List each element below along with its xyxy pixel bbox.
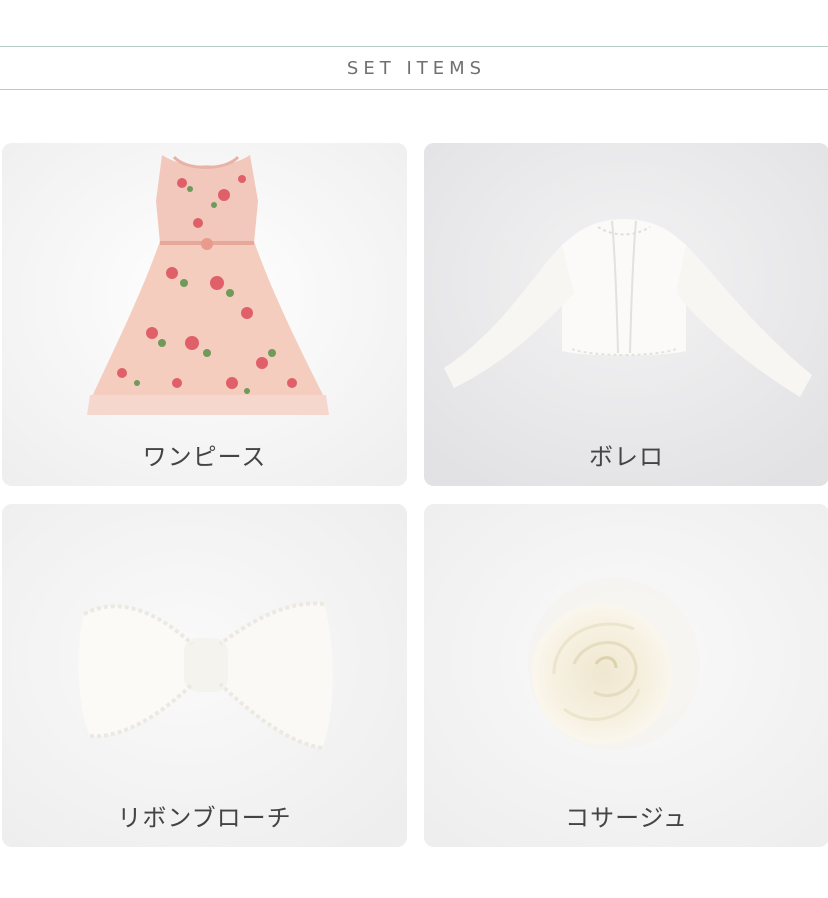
dress-image (2, 143, 407, 486)
item-label-dress: ワンピース (142, 443, 267, 471)
item-label-bolero: ボレロ (589, 443, 664, 471)
corsage-image (424, 504, 828, 847)
item-label-corsage: コサージュ (565, 804, 688, 832)
item-card-corsage[interactable]: コサージュ (424, 504, 828, 847)
item-card-dress[interactable]: ワンピース (2, 143, 407, 486)
item-card-bolero[interactable]: ボレロ (424, 143, 828, 486)
item-card-ribbon-brooch[interactable]: リボンブローチ (2, 504, 407, 847)
set-items-page: SET ITEMS ワンピース ボレロ リボンブローチ コサージュ (0, 0, 828, 898)
bolero-image (424, 143, 828, 486)
section-title: SET ITEMS (346, 57, 487, 79)
section-header: SET ITEMS (0, 46, 828, 90)
ribbon-brooch-image (2, 504, 407, 847)
item-label-ribbon-brooch: リボンブローチ (117, 804, 292, 832)
